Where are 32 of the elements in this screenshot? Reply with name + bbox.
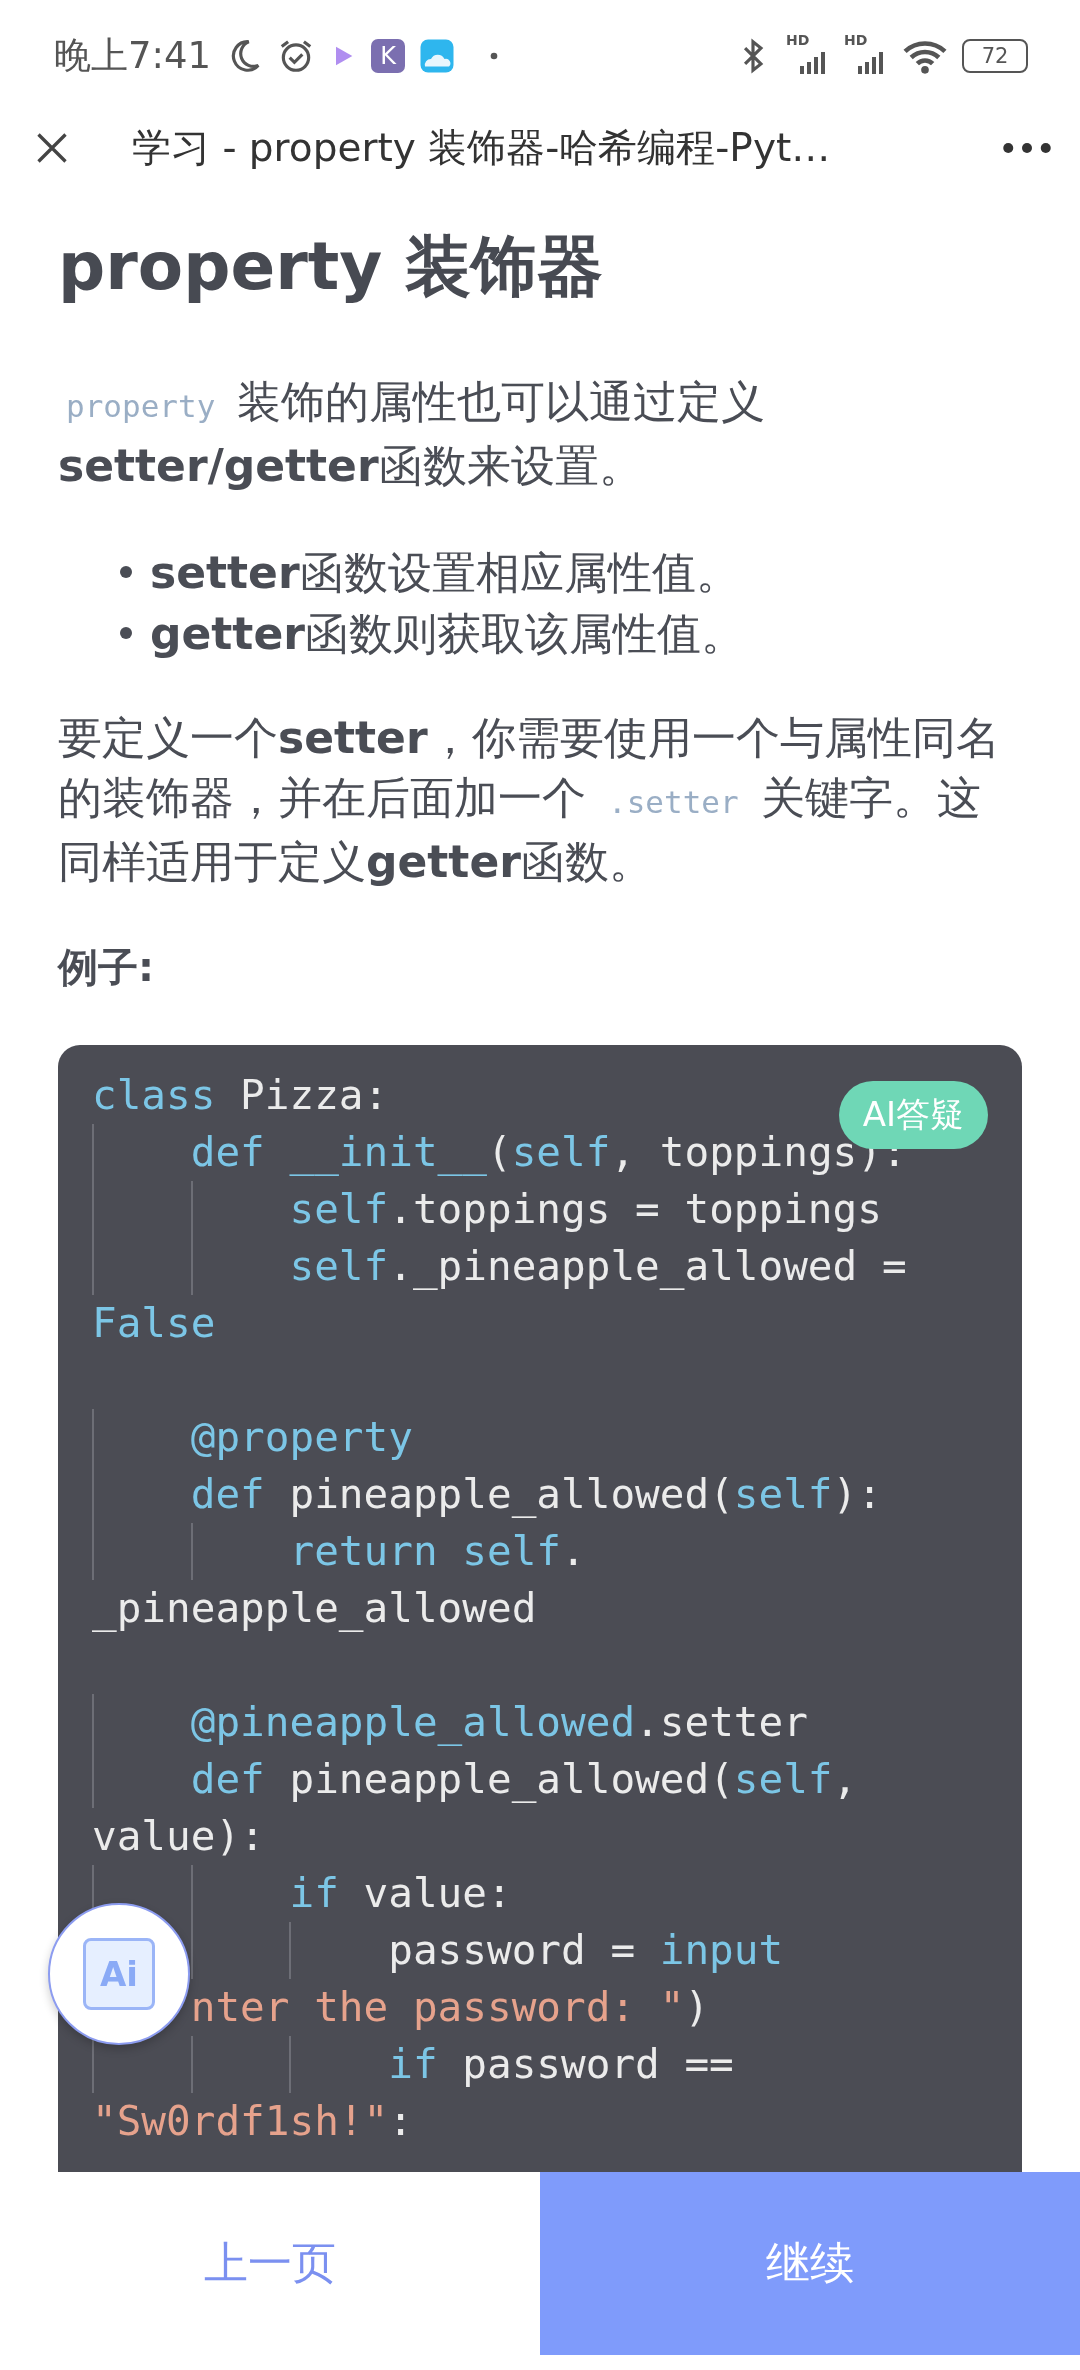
- intro-paragraph: property 装饰的属性也可以通过定义setter/getter函数来设置。: [58, 374, 767, 493]
- app-icon: K: [371, 39, 406, 73]
- battery-icon: 72: [962, 39, 1028, 73]
- bullet-icon: [120, 566, 132, 579]
- weather-app-icon: [419, 38, 456, 74]
- dot-icon: [489, 51, 500, 61]
- bullet-icon: [120, 627, 132, 640]
- code-line: @pineapple_allowed.setter: [190, 1697, 808, 1746]
- code-line: if password ==: [388, 2039, 734, 2088]
- page-title: 学习 - property 装饰器-哈希编程-Pyt…: [132, 124, 832, 172]
- code-line: @property: [190, 1412, 413, 1461]
- code-line: if value:: [289, 1868, 512, 1917]
- more-icon[interactable]: [1002, 141, 1052, 155]
- code-line: False: [92, 1298, 216, 1347]
- bullet-text: setter函数设置相应属性值。: [150, 545, 740, 600]
- article-heading: property 装饰器: [58, 227, 605, 307]
- code-line: _pineapple_allowed: [92, 1583, 537, 1632]
- code-line: return self.: [289, 1526, 586, 1575]
- code-line: self._pineapple_allowed =: [289, 1241, 907, 1290]
- example-label: 例子:: [58, 942, 155, 992]
- code-line: def pineapple_allowed(self,: [190, 1754, 858, 1803]
- code-line: password = input: [388, 1925, 784, 1974]
- code-line: class Pizza:: [92, 1070, 389, 1119]
- code-line: nter the password: "): [190, 1982, 710, 2031]
- status-time: 晚上7:41: [54, 33, 212, 79]
- code-line: def pineapple_allowed(self):: [190, 1469, 882, 1518]
- code-line: value):: [92, 1811, 265, 1860]
- bullet-text: getter函数则获取该属性值。: [150, 606, 745, 661]
- body-paragraph: 要定义一个setter，你需要使用一个与属性同名的装饰器，并在后面加一个 .setter 关键字。这同样适用于定义getter函数。: [58, 710, 1001, 889]
- code-line: self.toppings = toppings: [289, 1184, 882, 1233]
- code-line: "Sw0rdf1sh!":: [92, 2096, 413, 2145]
- continue-button[interactable]: 继续: [540, 2172, 1080, 2355]
